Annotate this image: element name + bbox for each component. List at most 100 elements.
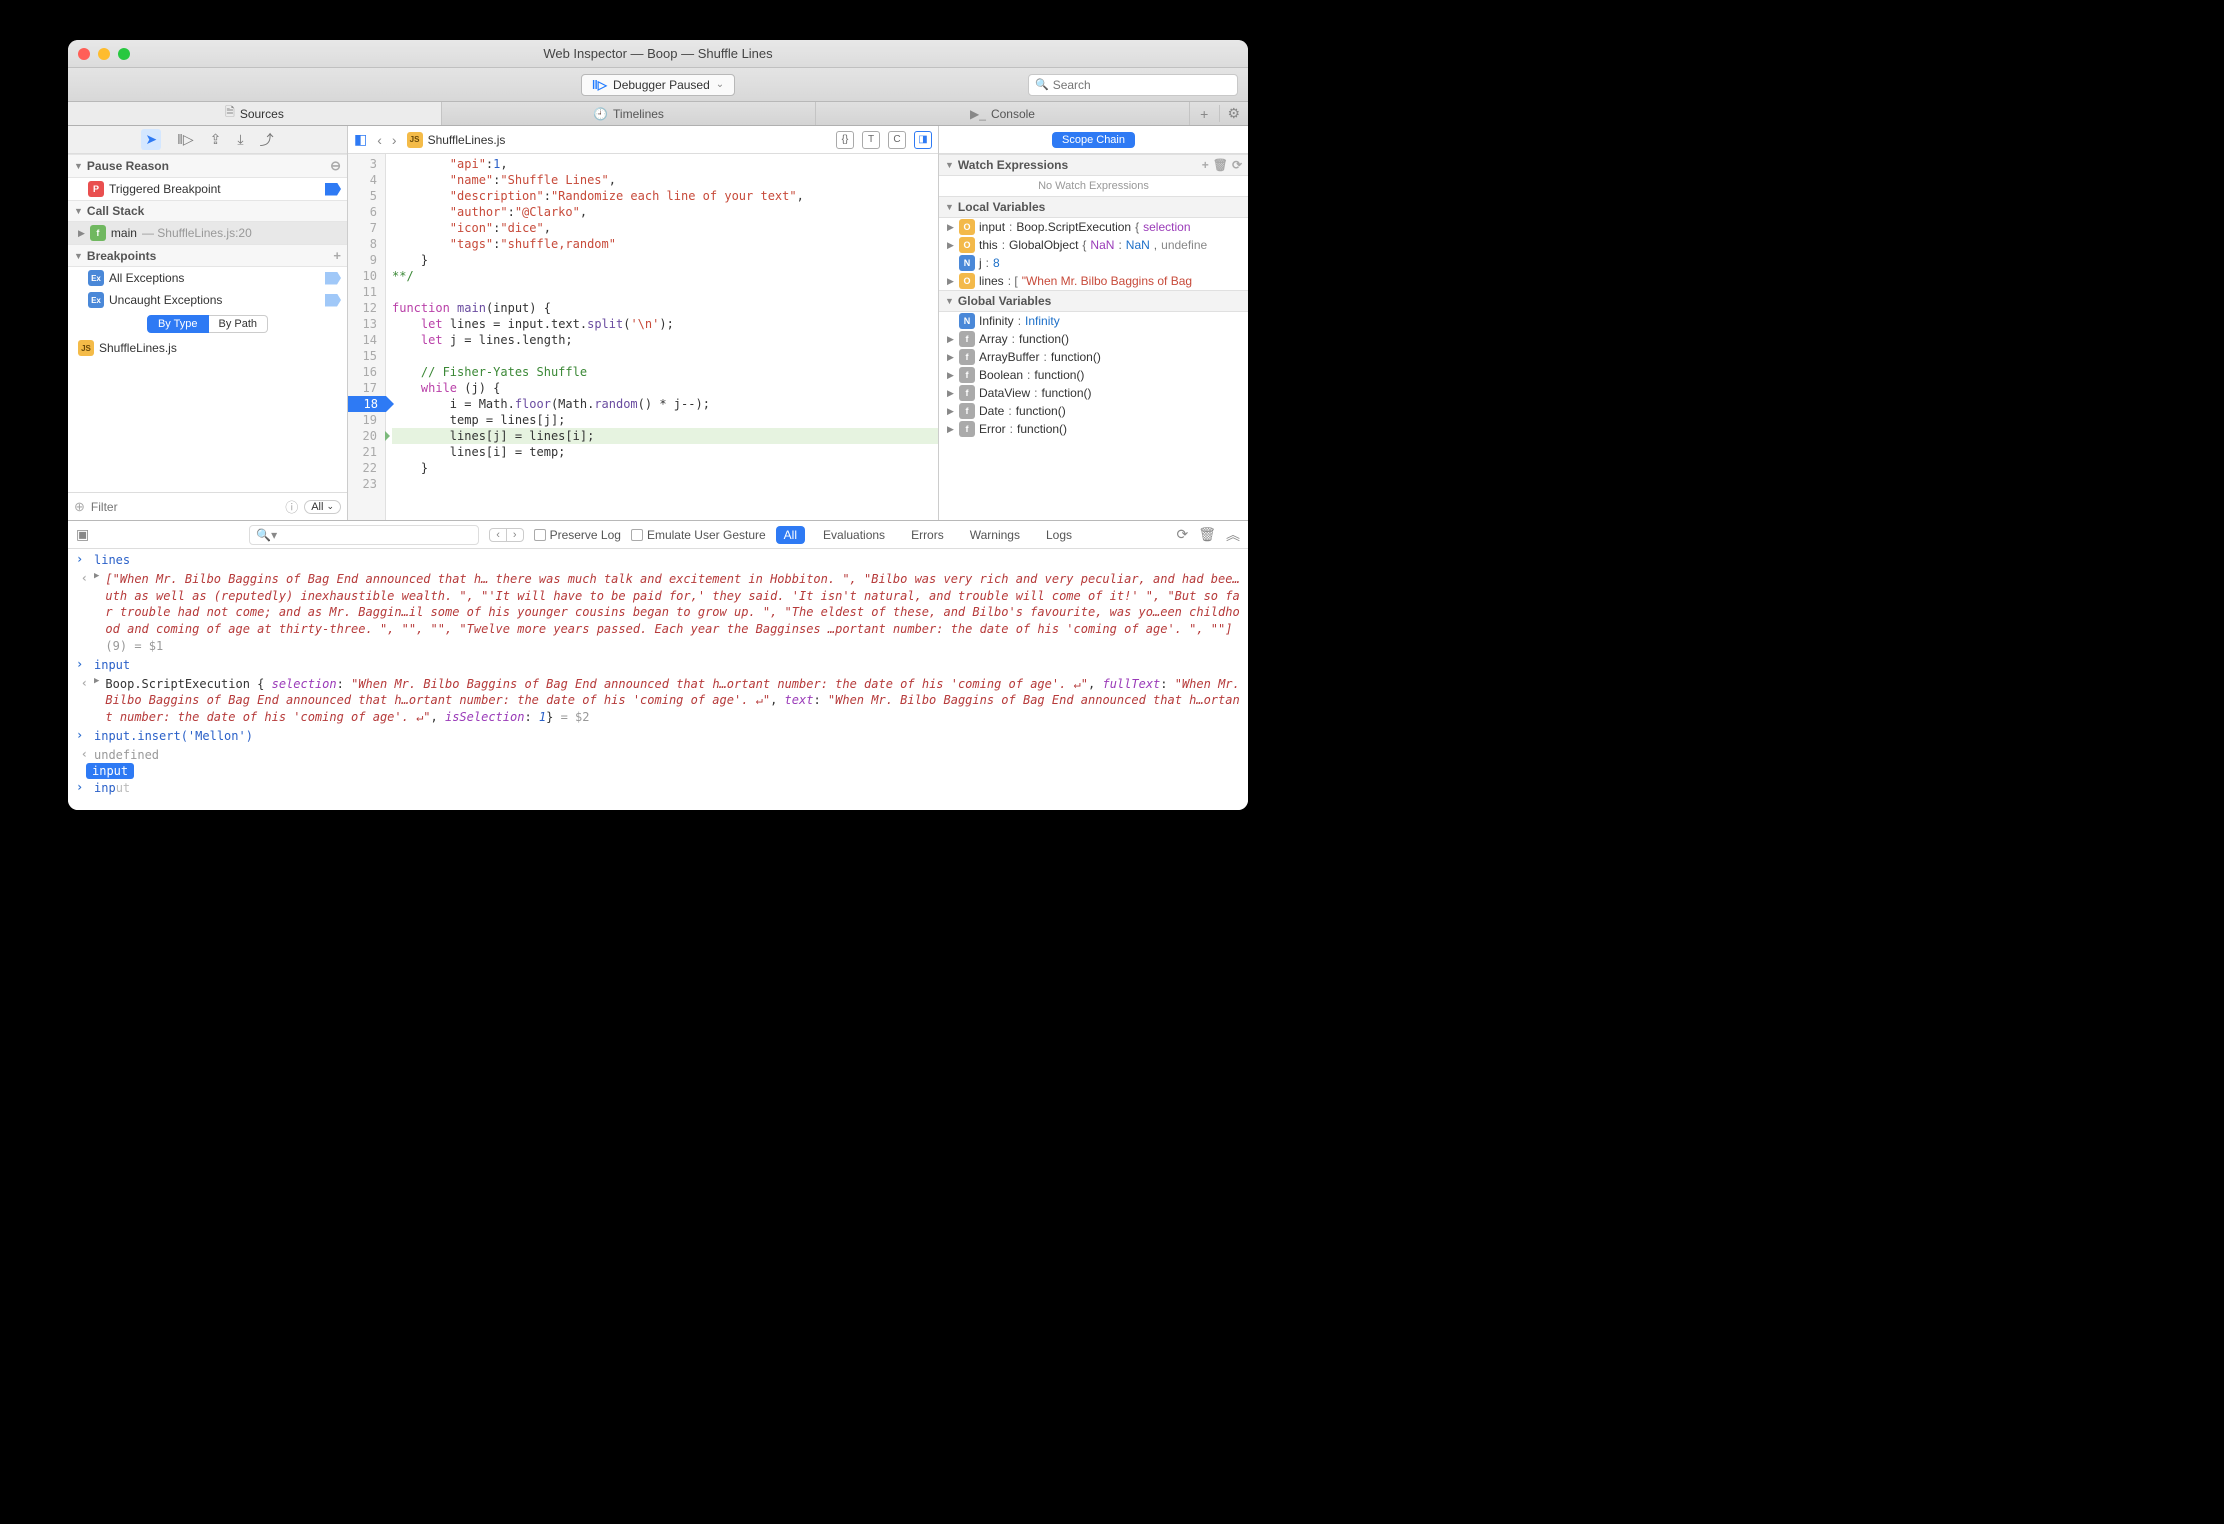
search-input[interactable] xyxy=(1053,78,1231,92)
line-number[interactable]: 14 xyxy=(348,332,385,348)
step-icon[interactable]: ⤴ xyxy=(260,130,274,150)
clear-watch-icon[interactable]: 🗑 xyxy=(1213,158,1228,172)
line-number[interactable]: 7 xyxy=(348,220,385,236)
code-coverage-icon[interactable]: C xyxy=(888,131,906,149)
step-out-icon[interactable]: ⇪ xyxy=(210,131,222,148)
debugger-status-button[interactable]: ‖▷ Debugger Paused ⌄ xyxy=(581,74,735,96)
code-line[interactable]: **/ xyxy=(392,268,938,284)
code-line[interactable] xyxy=(392,284,938,300)
add-breakpoint-icon[interactable]: + xyxy=(333,248,341,263)
breakpoint-toggle-icon[interactable] xyxy=(325,294,341,307)
watch-expressions-header[interactable]: ▼ Watch Expressions + 🗑 ⟳ xyxy=(939,154,1248,176)
type-profiler-icon[interactable]: T xyxy=(862,131,880,149)
code-line[interactable] xyxy=(392,348,938,364)
clear-console-icon[interactable]: 🗑 xyxy=(1198,526,1216,543)
line-number[interactable]: 19 xyxy=(348,412,385,428)
line-number[interactable]: 8 xyxy=(348,236,385,252)
code-line[interactable] xyxy=(392,476,938,492)
pretty-print-icon[interactable]: {} xyxy=(836,131,854,149)
filter-evaluations[interactable]: Evaluations xyxy=(815,526,893,544)
scope-chain-pill[interactable]: Scope Chain xyxy=(1052,132,1135,148)
line-number[interactable]: 21 xyxy=(348,444,385,460)
global-var-row[interactable]: ▶fDate: function() xyxy=(939,402,1248,420)
local-var-this[interactable]: ▶ O this: GlobalObject {NaN: NaN, undefi… xyxy=(939,236,1248,254)
filter-errors[interactable]: Errors xyxy=(903,526,952,544)
local-var-lines[interactable]: ▶ O lines: [ "When Mr. Bilbo Baggins of … xyxy=(939,272,1248,290)
nav-forward-icon[interactable]: › xyxy=(392,132,397,148)
local-variables-header[interactable]: ▼ Local Variables xyxy=(939,196,1248,218)
by-type-button[interactable]: By Type xyxy=(147,315,209,333)
preserve-log-checkbox[interactable]: Preserve Log xyxy=(534,528,621,542)
breakpoint-all-exceptions[interactable]: Ex All Exceptions xyxy=(68,267,347,289)
breakpoint-uncaught-exceptions[interactable]: Ex Uncaught Exceptions xyxy=(68,289,347,311)
clear-icon[interactable]: ⊖ xyxy=(330,158,341,174)
add-tab-button[interactable]: + xyxy=(1190,106,1219,122)
tab-console[interactable]: ▶_ Console xyxy=(816,102,1190,125)
breadcrumb[interactable]: JS ShuffleLines.js xyxy=(407,132,826,148)
tab-sources[interactable]: 🗎 Sources xyxy=(68,102,442,125)
line-number[interactable]: 22 xyxy=(348,460,385,476)
search-box[interactable]: 🔍 xyxy=(1028,74,1238,96)
global-var-row[interactable]: ▶fDataView: function() xyxy=(939,384,1248,402)
global-var-row[interactable]: NInfinity: Infinity xyxy=(939,312,1248,330)
line-number[interactable]: 18 xyxy=(348,396,386,412)
emulate-gesture-checkbox[interactable]: Emulate User Gesture xyxy=(631,528,766,542)
breakpoint-marker-icon[interactable] xyxy=(325,183,341,196)
add-watch-icon[interactable]: + xyxy=(1202,158,1209,172)
by-path-button[interactable]: By Path xyxy=(209,315,269,333)
line-number[interactable]: 3 xyxy=(348,156,385,172)
line-number[interactable]: 20 xyxy=(348,428,385,444)
breakpoint-toggle-icon[interactable] xyxy=(325,272,341,285)
console-prompt-row[interactable]: › input xyxy=(68,779,1248,798)
code-line[interactable]: function main(input) { xyxy=(392,300,938,316)
filter-scope-button[interactable]: All ⌄ xyxy=(304,500,341,514)
code-line[interactable]: } xyxy=(392,252,938,268)
filter-input[interactable] xyxy=(91,500,279,514)
line-number[interactable]: 10 xyxy=(348,268,385,284)
left-panel-toggle-icon[interactable]: ◧ xyxy=(354,131,367,148)
code-line[interactable]: let lines = input.text.split('\n'); xyxy=(392,316,938,332)
console-output-row[interactable]: ›▶ ["When Mr. Bilbo Baggins of Bag End a… xyxy=(68,570,1248,656)
collapse-drawer-icon[interactable]: ︽ xyxy=(1226,525,1240,545)
global-variables-header[interactable]: ▼ Global Variables xyxy=(939,290,1248,312)
code-line[interactable]: "author":"@Clarko", xyxy=(392,204,938,220)
global-var-row[interactable]: ▶fArray: function() xyxy=(939,330,1248,348)
line-number[interactable]: 5 xyxy=(348,188,385,204)
code-line[interactable]: while (j) { xyxy=(392,380,938,396)
line-number[interactable]: 9 xyxy=(348,252,385,268)
line-number[interactable]: 13 xyxy=(348,316,385,332)
local-var-input[interactable]: ▶ O input: Boop.ScriptExecution {selecti… xyxy=(939,218,1248,236)
code-line[interactable]: temp = lines[j]; xyxy=(392,412,938,428)
scope-selector-icon[interactable]: ▣ xyxy=(76,526,89,543)
gc-icon[interactable]: ⟳ xyxy=(1176,526,1188,543)
step-into-icon[interactable]: ⤓ xyxy=(237,131,243,148)
call-stack-item[interactable]: ▶ f main — ShuffleLines.js:20 xyxy=(68,222,347,244)
call-stack-header[interactable]: ▼ Call Stack xyxy=(68,200,347,222)
editor-body[interactable]: 34567891011121314151617181920212223 "api… xyxy=(348,154,938,520)
local-var-j[interactable]: N j: 8 xyxy=(939,254,1248,272)
next-match-icon[interactable]: › xyxy=(507,529,523,541)
line-gutter[interactable]: 34567891011121314151617181920212223 xyxy=(348,154,386,520)
step-over-icon[interactable]: ‖▷ xyxy=(177,131,194,148)
code-line[interactable]: lines[i] = temp; xyxy=(392,444,938,460)
global-var-row[interactable]: ▶fBoolean: function() xyxy=(939,366,1248,384)
code-line[interactable]: i = Math.floor(Math.random() * j--); xyxy=(392,396,938,412)
pause-reason-header[interactable]: ▼ Pause Reason ⊖ xyxy=(68,154,347,178)
continue-icon[interactable]: ➤ xyxy=(141,129,161,150)
console-search[interactable]: 🔍▾ xyxy=(249,525,479,545)
line-number[interactable]: 23 xyxy=(348,476,385,492)
pause-reason-item[interactable]: P Triggered Breakpoint xyxy=(68,178,347,200)
code-line[interactable]: "tags":"shuffle,random" xyxy=(392,236,938,252)
line-number[interactable]: 12 xyxy=(348,300,385,316)
code-line[interactable]: let j = lines.length; xyxy=(392,332,938,348)
autocomplete-popup[interactable]: input xyxy=(86,763,134,779)
code-line[interactable]: "description":"Randomize each line of yo… xyxy=(392,188,938,204)
code-line[interactable]: lines[j] = lines[i]; xyxy=(392,428,938,444)
issues-icon[interactable]: ⓘ xyxy=(285,497,298,516)
console-output-row[interactable]: ›▶ Boop.ScriptExecution { selection: "Wh… xyxy=(68,675,1248,727)
global-var-row[interactable]: ▶fArrayBuffer: function() xyxy=(939,348,1248,366)
source-file-item[interactable]: JS ShuffleLines.js xyxy=(68,337,347,359)
refresh-watch-icon[interactable]: ⟳ xyxy=(1232,158,1242,172)
filter-warnings[interactable]: Warnings xyxy=(962,526,1028,544)
nav-back-icon[interactable]: ‹ xyxy=(377,132,382,148)
